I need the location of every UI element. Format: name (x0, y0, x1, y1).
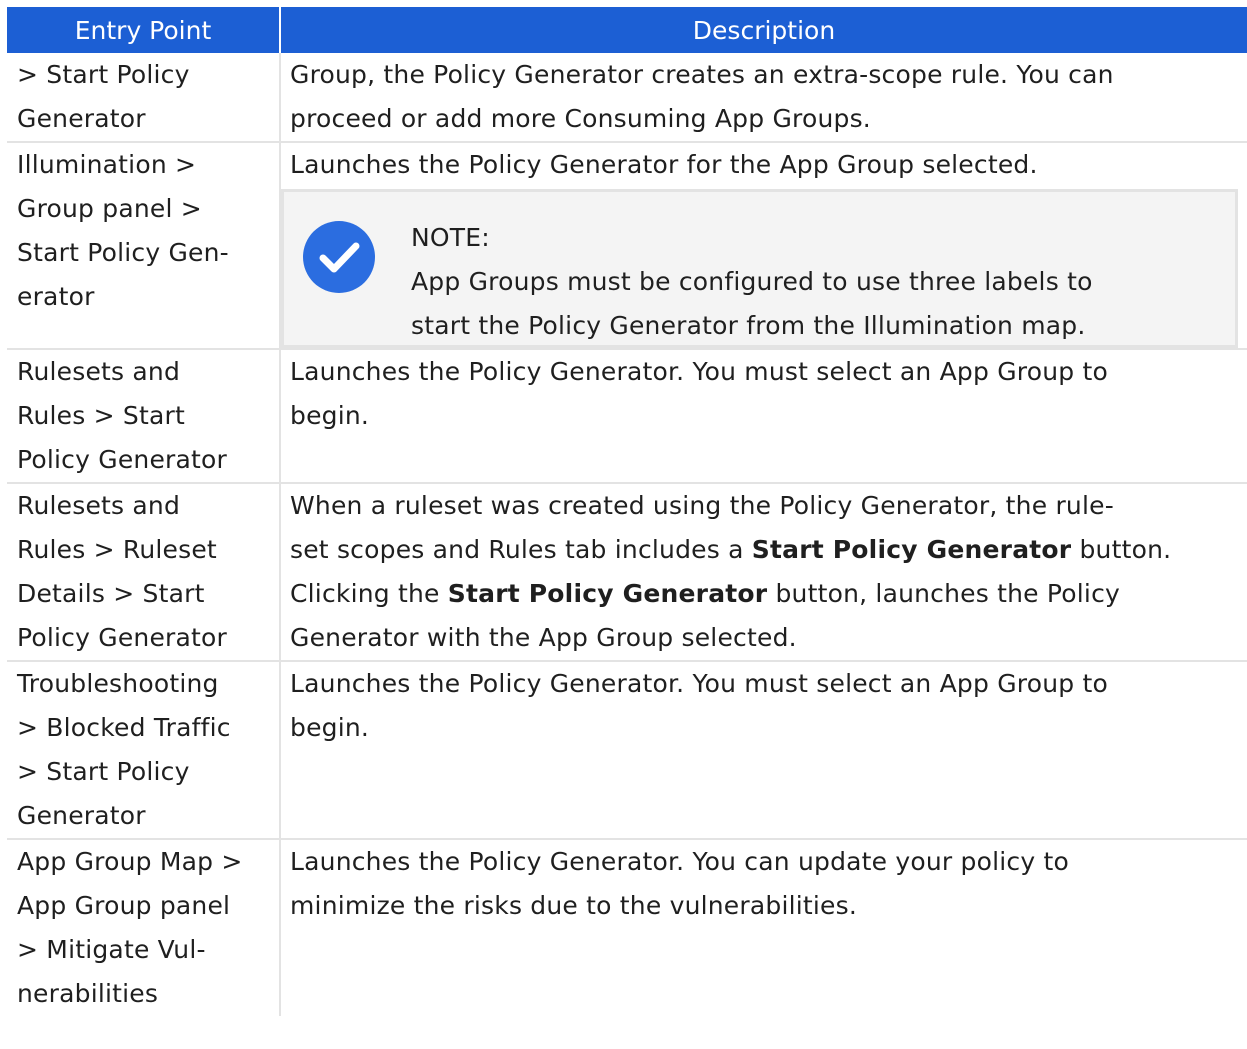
entry-line: App Group Map > (17, 847, 243, 876)
desc-line: begin. (290, 713, 370, 742)
desc-text: Clicking the (290, 579, 448, 608)
entry-line: Generator (17, 801, 146, 830)
entry-line: Start Policy Gen- (17, 238, 229, 267)
table-row: Illumination > Group panel > Start Polic… (7, 142, 1247, 350)
table-row: App Group Map > App Group panel > Mitiga… (7, 839, 1247, 1016)
entry-point-cell: Rulesets and Rules > Ruleset Details > S… (7, 483, 280, 662)
entry-line: > Start Policy (17, 757, 190, 786)
header-entry-point: Entry Point (7, 7, 281, 53)
desc-text: button. (1071, 535, 1172, 564)
desc-line: set scopes and Rules tab includes a Star… (290, 528, 1247, 572)
entry-line: Troubleshooting (17, 669, 219, 698)
ui-term-start-policy-generator: Start Policy Generator (447, 579, 768, 608)
entry-point-cell: App Group Map > App Group panel > Mitiga… (7, 839, 280, 1016)
note-text: NOTE: App Groups must be configured to u… (411, 216, 1093, 348)
desc-line: Launches the Policy Generator. You must … (290, 669, 1108, 698)
desc-line: Generator with the App Group selected. (290, 623, 797, 652)
description-cell: Launches the Policy Generator. You must … (279, 349, 1247, 484)
desc-text: button, launches the Policy (767, 579, 1121, 608)
table-row: Rulesets and Rules > Ruleset Details > S… (7, 483, 1247, 662)
description-cell: Launches the Policy Generator for the Ap… (279, 142, 1247, 350)
desc-line: proceed or add more Consuming App Groups… (290, 104, 871, 133)
entry-line: > Blocked Traffic (17, 713, 231, 742)
desc-line: Launches the Policy Generator. You can u… (290, 847, 1069, 876)
entry-line: Policy Generator (17, 623, 228, 652)
note-title: NOTE: (411, 223, 490, 252)
description-cell: Launches the Policy Generator. You can u… (279, 839, 1247, 1016)
entry-line: > Start Policy (17, 60, 190, 89)
check-circle-icon (303, 221, 375, 293)
entry-line: Policy Generator (17, 445, 228, 474)
desc-line: When a ruleset was created using the Pol… (290, 491, 1114, 520)
entry-line: nerabilities (17, 979, 159, 1008)
desc-line: begin. (290, 401, 370, 430)
entry-line: Details > Start (17, 579, 205, 608)
entry-point-cell: Troubleshooting > Blocked Traffic > Star… (7, 661, 280, 840)
entry-line: Rules > Ruleset (17, 535, 217, 564)
note-line: start the Policy Generator from the Illu… (411, 311, 1086, 340)
desc-line: minimize the risks due to the vulnerabil… (290, 891, 857, 920)
note-box: NOTE: App Groups must be configured to u… (281, 189, 1238, 348)
desc-line: Launches the Policy Generator. You must … (290, 357, 1108, 386)
description-cell: Launches the Policy Generator. You must … (279, 661, 1247, 840)
entry-point-table: Entry Point Description > Start Policy G… (7, 7, 1247, 1016)
entry-line: Rulesets and (17, 491, 181, 520)
entry-line: Illumination > (17, 150, 197, 179)
desc-text: set scopes and Rules tab includes a (290, 535, 752, 564)
table-row: Rulesets and Rules > Start Policy Genera… (7, 349, 1247, 484)
entry-point-cell: Illumination > Group panel > Start Polic… (7, 142, 280, 350)
entry-line: Rules > Start (17, 401, 185, 430)
table-row: Troubleshooting > Blocked Traffic > Star… (7, 661, 1247, 840)
table-header-row: Entry Point Description (7, 7, 1247, 53)
ui-term-start-policy-generator: Start Policy Generator (751, 535, 1072, 564)
desc-line: Clicking the Start Policy Generator butt… (290, 572, 1247, 616)
entry-line: Group panel > (17, 194, 202, 223)
description-cell: When a ruleset was created using the Pol… (279, 483, 1247, 662)
description-cell: Group, the Policy Generator creates an e… (279, 53, 1247, 143)
entry-line: Generator (17, 104, 146, 133)
desc-line: Launches the Policy Generator for the Ap… (290, 150, 1038, 179)
desc-line: Group, the Policy Generator creates an e… (290, 60, 1114, 89)
note-line: App Groups must be configured to use thr… (411, 267, 1093, 296)
entry-line: erator (17, 282, 95, 311)
entry-line: Rulesets and (17, 357, 181, 386)
entry-point-cell: Rulesets and Rules > Start Policy Genera… (7, 349, 280, 484)
entry-line: App Group panel (17, 891, 231, 920)
table-row: > Start Policy Generator Group, the Poli… (7, 53, 1247, 143)
entry-line: > Mitigate Vul- (17, 935, 206, 964)
entry-point-cell: > Start Policy Generator (7, 53, 280, 143)
header-description: Description (280, 7, 1247, 53)
